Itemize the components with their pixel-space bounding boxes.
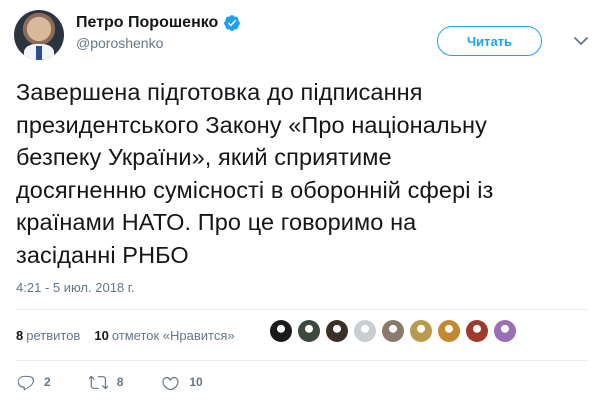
like-count: 10 (189, 375, 203, 389)
likes-label: отметок «Нравится» (111, 327, 235, 343)
divider (16, 309, 587, 310)
avatar-tie (36, 46, 42, 60)
liker-avatar[interactable] (494, 320, 516, 342)
tweet-line: засіданні РНБО (16, 241, 189, 268)
user-handle[interactable]: @poroshenko (76, 35, 241, 51)
display-name[interactable]: Петро Порошенко (76, 14, 218, 32)
retweet-button[interactable]: 8 (88, 373, 124, 392)
liker-avatar[interactable] (466, 320, 488, 342)
heart-icon (162, 376, 179, 390)
tweet-line: Завершена підготовка до підписання (16, 79, 423, 105)
reply-icon (17, 375, 35, 390)
liker-avatar[interactable] (270, 320, 292, 342)
retweet-count: 8 (116, 375, 124, 389)
avatar[interactable] (14, 10, 64, 60)
tweet-line: президентського Закону «Про національну (16, 111, 487, 138)
tweet-stats: 8 ретвитов 10 отметок «Нравится» (16, 318, 249, 352)
liker-avatar[interactable] (438, 320, 460, 342)
reply-button[interactable]: 2 (16, 373, 51, 392)
liker-avatar[interactable] (410, 320, 432, 342)
liker-avatar[interactable] (298, 320, 320, 342)
like-button[interactable]: 10 (161, 373, 203, 392)
tweet-line: досягненню сумісності в оборонній сфері … (16, 176, 494, 203)
retweets-stat[interactable]: 8 ретвитов (16, 328, 80, 343)
liker-avatar[interactable] (326, 320, 348, 342)
tweet-line: безпеку України», який сприятиме (16, 144, 392, 170)
divider (16, 360, 587, 361)
follow-button[interactable]: Читать (437, 26, 542, 56)
liker-avatars (270, 320, 516, 342)
likes-count: 10 (94, 327, 109, 343)
tweet-actions: 2 8 10 (16, 370, 241, 394)
tweet-header: Петро Порошенко @poroshenko Читать (14, 10, 589, 62)
author-names: Петро Порошенко @poroshenko (76, 14, 241, 51)
chevron-down-icon[interactable] (574, 36, 588, 46)
tweet-line: країнами НАТО. Про це говоримо на (16, 209, 417, 235)
retweets-count: 8 (16, 327, 24, 343)
verified-badge-icon (224, 15, 241, 31)
display-name-row: Петро Порошенко (76, 14, 241, 32)
liker-avatar[interactable] (354, 320, 376, 342)
retweet-icon (88, 375, 108, 389)
retweets-label: ретвитов (26, 327, 81, 343)
liker-avatar[interactable] (382, 320, 404, 342)
reply-count: 2 (44, 375, 51, 389)
likes-stat[interactable]: 10 отметок «Нравится» (94, 328, 234, 343)
tweet-timestamp[interactable]: 4:21 - 5 июл. 2018 г. (16, 280, 135, 295)
tweet-text: Завершена підготовка до підписання прези… (16, 76, 586, 271)
